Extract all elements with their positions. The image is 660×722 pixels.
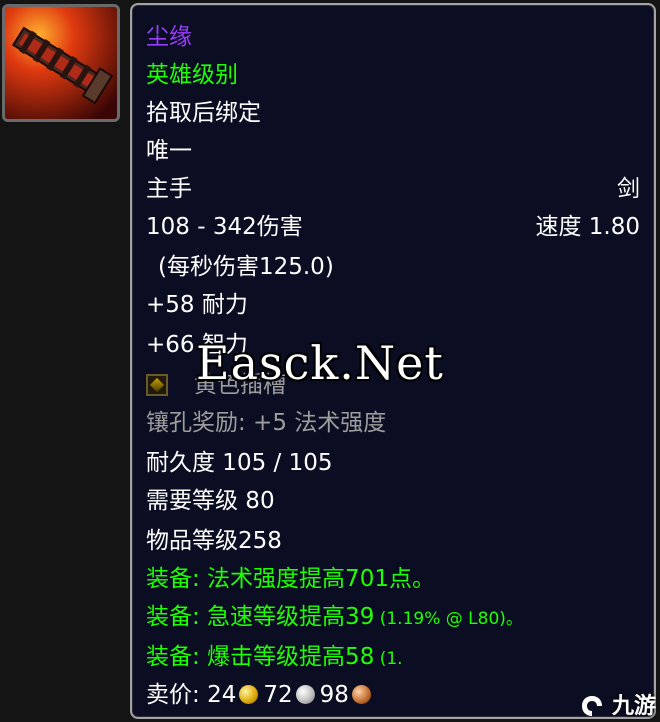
sell-price-label: 卖价: bbox=[146, 682, 208, 708]
weapon-type: 剑 bbox=[617, 176, 640, 202]
bind-type: 拾取后绑定 bbox=[146, 100, 261, 126]
sword-icon bbox=[5, 7, 117, 119]
equip-spell-power: 装备: 法术强度提高701点。 bbox=[146, 566, 435, 592]
yellow-socket-icon bbox=[146, 374, 168, 396]
socket-bonus: 镶孔奖励: +5 法术强度 bbox=[146, 410, 387, 436]
durability: 耐久度 105 / 105 bbox=[146, 450, 333, 476]
sell-gold: 24 bbox=[207, 682, 237, 708]
damage-range: 108 - 342伤害 bbox=[146, 214, 303, 240]
sell-copper: 98 bbox=[319, 682, 349, 708]
sell-silver: 72 bbox=[263, 682, 293, 708]
item-level: 物品等级258 bbox=[146, 528, 282, 554]
equip-haste-note: (1.19% @ L80)。 bbox=[374, 609, 523, 629]
sell-price-row: 卖价: 24 72 98 bbox=[146, 677, 640, 713]
item-name: 尘缘 bbox=[146, 24, 192, 50]
equip-haste: 装备: 急速等级提高39 (1.19% @ L80)。 bbox=[146, 599, 640, 637]
brand-name: 九游 bbox=[611, 694, 656, 719]
watermark-text: Easck.Net bbox=[196, 336, 444, 390]
equip-crit: 装备: 爆击等级提高58 (1. bbox=[146, 639, 640, 677]
brand-logo: 九游 bbox=[580, 688, 656, 720]
copper-coin-icon bbox=[351, 685, 371, 704]
dps-value: (每秒伤害125.0) bbox=[158, 254, 334, 280]
item-icon[interactable] bbox=[2, 4, 120, 122]
equip-crit-text: 装备: 爆击等级提高58 bbox=[146, 644, 375, 670]
gold-coin-icon bbox=[239, 685, 259, 704]
slot-label: 主手 bbox=[146, 176, 192, 202]
stat-stamina: +58 耐力 bbox=[146, 292, 248, 318]
slot-row: 主手 剑 bbox=[146, 171, 640, 207]
jiuyou-logo-icon bbox=[582, 696, 603, 716]
damage-row: 108 - 342伤害 速度 1.80 bbox=[146, 209, 640, 245]
silver-coin-icon bbox=[295, 685, 315, 704]
weapon-speed: 速度 1.80 bbox=[535, 214, 640, 240]
equip-haste-text: 装备: 急速等级提高39 bbox=[146, 604, 375, 630]
required-level: 需要等级 80 bbox=[146, 488, 275, 514]
unique-label: 唯一 bbox=[146, 138, 192, 164]
item-quality: 英雄级别 bbox=[146, 62, 238, 88]
equip-crit-note: (1. bbox=[374, 649, 403, 669]
